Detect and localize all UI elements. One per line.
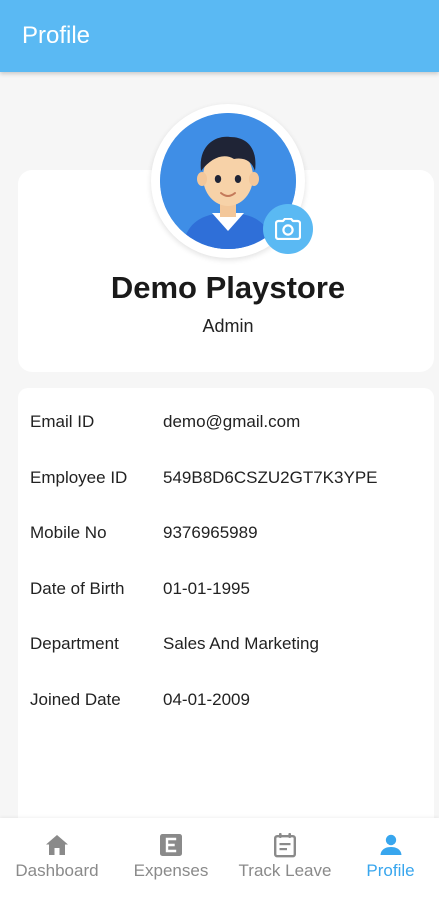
detail-row-email: Email ID demo@gmail.com	[30, 412, 430, 442]
person-icon	[380, 834, 401, 855]
nav-label: Profile	[366, 861, 415, 880]
app-bar: Profile	[0, 0, 439, 72]
nav-item-dashboard[interactable]: Dashboard	[0, 818, 114, 900]
detail-label: Joined Date	[30, 690, 121, 709]
nav-item-track-leave[interactable]: Track Leave	[228, 818, 342, 900]
nav-item-profile[interactable]: Profile	[342, 818, 439, 900]
change-photo-button[interactable]	[263, 204, 313, 254]
nav-item-expenses[interactable]: Expenses	[114, 818, 228, 900]
profile-role: Admin	[202, 316, 254, 336]
detail-value: 549B8D6CSZU2GT7K3YPE	[163, 468, 378, 487]
detail-label: Employee ID	[30, 468, 128, 487]
home-icon	[46, 835, 68, 855]
detail-row-mobile: Mobile No 9376965989	[30, 523, 430, 553]
detail-label: Date of Birth	[30, 579, 125, 598]
detail-value: Sales And Marketing	[163, 634, 319, 653]
bottom-navigation: Dashboard Expenses Track Leave Profile	[0, 818, 439, 900]
expenses-icon	[160, 834, 182, 856]
detail-value: demo@gmail.com	[163, 412, 301, 431]
detail-label: Email ID	[30, 412, 95, 431]
camera-icon	[275, 218, 301, 240]
detail-value: 9376965989	[163, 523, 258, 542]
profile-details-card: Email ID demo@gmail.com Employee ID 549B…	[18, 388, 434, 828]
detail-value: 04-01-2009	[163, 690, 250, 709]
nav-label: Dashboard	[15, 861, 99, 880]
profile-name: Demo Playstore	[110, 270, 346, 305]
profile-screen: Profile Demo Playstore Admin Email ID de…	[0, 0, 439, 900]
detail-row-dob: Date of Birth 01-01-1995	[30, 579, 430, 609]
nav-label: Expenses	[133, 861, 209, 880]
detail-row-employee-id: Employee ID 549B8D6CSZU2GT7K3YPE	[30, 468, 430, 498]
detail-value: 01-01-1995	[163, 579, 250, 598]
detail-row-department: Department Sales And Marketing	[30, 634, 430, 664]
page-title: Profile	[22, 22, 91, 49]
calendar-icon	[274, 833, 297, 858]
detail-label: Department	[30, 634, 119, 653]
detail-label: Mobile No	[30, 523, 107, 542]
detail-row-joined-date: Joined Date 04-01-2009	[30, 690, 430, 720]
nav-label: Track Leave	[238, 861, 332, 880]
